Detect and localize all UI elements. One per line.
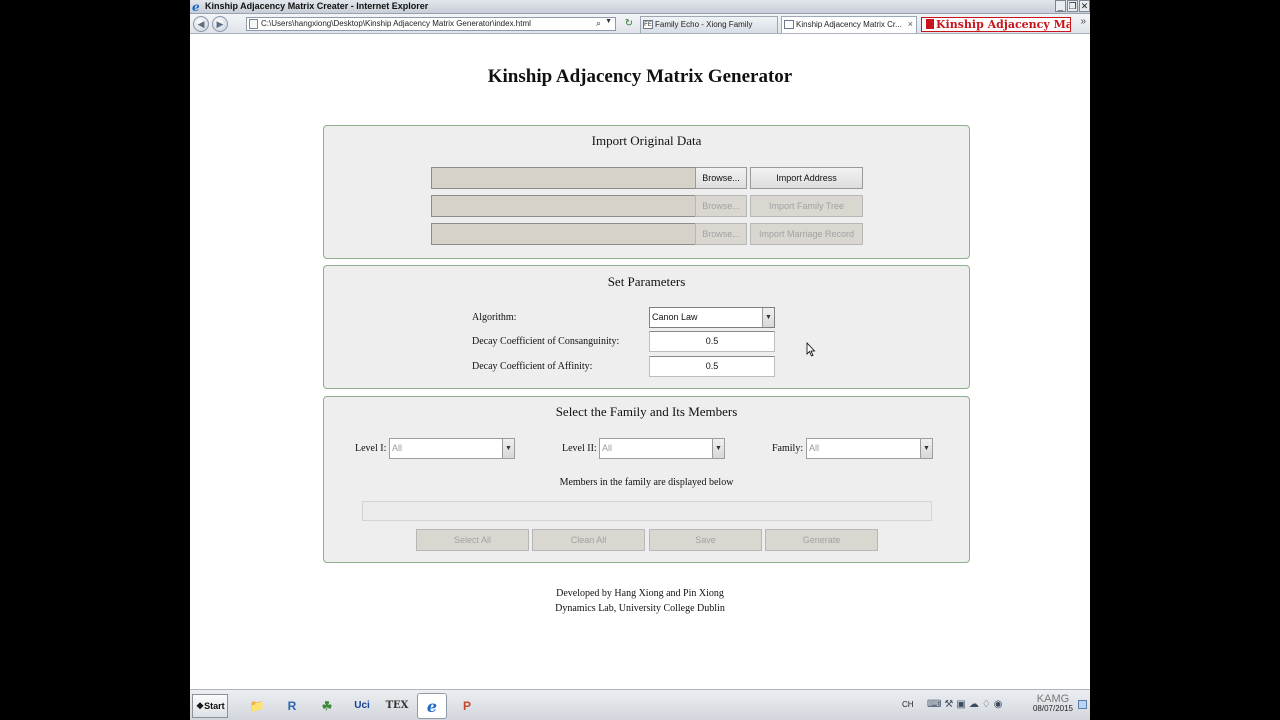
page-content: Kinship Adjacency Matrix Generator Impor… (190, 35, 1090, 689)
address-bar[interactable]: C:\Users\hangxiong\Desktop\Kinship Adjac… (246, 17, 616, 31)
evernote-icon[interactable]: ☘ (312, 693, 342, 719)
affinity-label: Decay Coefficient of Affinity: (472, 361, 593, 372)
refresh-icon[interactable]: ↻ (622, 17, 636, 31)
select-all-button[interactable]: Select All (416, 529, 529, 551)
browse-family-tree-button[interactable]: Browse... (695, 195, 747, 217)
footer-developers: Developed by Hang Xiong and Pin Xiong (556, 588, 724, 599)
taskbar: ❖Start 📁 R ☘ Uci TEX e P CH ⌨⚒▣☁♢◉ KAMG … (190, 689, 1090, 720)
start-button[interactable]: ❖Start (192, 694, 228, 718)
chevron-right-icon[interactable]: » (1080, 16, 1086, 27)
family-tree-file-input[interactable] (431, 195, 696, 217)
folder-icon[interactable]: 📁 (242, 693, 272, 719)
maximize-button[interactable]: ❐ (1067, 0, 1078, 12)
affinity-input[interactable]: 0.5 (649, 356, 775, 377)
language-indicator[interactable]: CH (902, 700, 914, 709)
brand-logo-icon (926, 19, 934, 29)
windows-logo-icon: ❖ (196, 701, 205, 711)
chevron-down-icon: ▼ (502, 439, 514, 458)
mouse-cursor-icon (806, 342, 816, 357)
forward-arrow-icon: ▶ (216, 19, 224, 29)
page-title: Kinship Adjacency Matrix Generator (487, 66, 793, 87)
save-button[interactable]: Save (649, 529, 762, 551)
algorithm-label: Algorithm: (472, 312, 517, 323)
browser-toolbar: ◀ ▶ C:\Users\hangxiong\Desktop\Kinship A… (190, 14, 1090, 34)
address-url: C:\Users\hangxiong\Desktop\Kinship Adjac… (261, 19, 531, 28)
window-controls: _ ❐ ✕ (1054, 0, 1090, 13)
back-button[interactable]: ◀ (193, 16, 209, 32)
algorithm-select[interactable]: Canon Law ▼ (649, 307, 775, 328)
clean-all-button[interactable]: Clean All (532, 529, 645, 551)
ie-tab-icon (784, 20, 794, 29)
ie-icon[interactable]: e (417, 693, 447, 719)
level1-label: Level I: (355, 443, 387, 454)
search-icon[interactable]: ⌕ (596, 18, 601, 29)
tab-label: Family Echo - Xiong Family (655, 20, 753, 29)
address-file-input[interactable] (431, 167, 696, 189)
footer: Developed by Hang Xiong and Pin Xiong Dy… (190, 586, 1090, 616)
members-note: Members in the family are displayed belo… (559, 477, 734, 488)
tab-kinship-generator[interactable]: Kinship Adjacency Matrix Cr... × (781, 16, 917, 33)
level2-selected-value: All (602, 443, 613, 453)
window-title: Kinship Adjacency Matrix Creater - Inter… (205, 1, 429, 11)
chevron-down-icon: ▼ (762, 308, 774, 327)
family-select[interactable]: All ▼ (806, 438, 933, 459)
family-echo-tab-icon: FE (643, 20, 653, 29)
internet-explorer-icon: e (192, 0, 200, 14)
clock-date: 08/07/2015 (1032, 704, 1074, 713)
browse-address-button[interactable]: Browse... (695, 167, 747, 189)
forward-button[interactable]: ▶ (212, 16, 228, 32)
ucinet-icon[interactable]: Uci (347, 693, 377, 719)
footer-affiliation: Dynamics Lab, University College Dublin (555, 603, 725, 614)
brand-banner: Kinship Adjacency Matrix Generator (921, 17, 1071, 32)
start-label: Start (204, 701, 225, 711)
consanguinity-input[interactable]: 0.5 (649, 331, 775, 352)
consanguinity-label: Decay Coefficient of Consanguinity: (472, 336, 620, 347)
page-icon (249, 19, 258, 29)
chevron-down-icon[interactable]: ▼ (605, 18, 612, 25)
import-panel-title: Import Original Data (591, 133, 702, 148)
clock-label: KAMG (1036, 693, 1070, 705)
level1-select[interactable]: All ▼ (389, 438, 515, 459)
level2-select[interactable]: All ▼ (599, 438, 725, 459)
family-selected-value: All (809, 443, 820, 453)
r-icon[interactable]: R (277, 693, 307, 719)
level2-label: Level II: (562, 443, 597, 454)
import-family-tree-button[interactable]: Import Family Tree (750, 195, 863, 217)
show-desktop-button[interactable] (1078, 700, 1087, 709)
parameters-panel-title: Set Parameters (607, 274, 686, 289)
family-panel-title: Select the Family and Its Members (555, 404, 738, 419)
import-address-button[interactable]: Import Address (750, 167, 863, 189)
close-button[interactable]: ✕ (1079, 0, 1090, 12)
tab-label: Kinship Adjacency Matrix Cr... (796, 20, 902, 29)
members-list[interactable] (362, 501, 932, 521)
window-title-bar[interactable]: e Kinship Adjacency Matrix Creater - Int… (190, 0, 1090, 14)
clock[interactable]: KAMG 08/07/2015 (1030, 694, 1076, 714)
tex-icon[interactable]: TEX (382, 693, 412, 719)
chevron-down-icon: ▼ (712, 439, 724, 458)
marriage-record-file-input[interactable] (431, 223, 696, 245)
back-arrow-icon: ◀ (197, 19, 205, 29)
family-label: Family: (772, 443, 804, 454)
browse-marriage-record-button[interactable]: Browse... (695, 223, 747, 245)
powerpoint-icon[interactable]: P (452, 693, 482, 719)
algorithm-selected-value: Canon Law (652, 312, 698, 322)
parameters-panel: Set Parameters Algorithm: Canon Law ▼ De… (323, 265, 970, 389)
tray-icons[interactable]: ⌨⚒▣☁♢◉ (927, 699, 1006, 710)
tab-family-echo[interactable]: FE Family Echo - Xiong Family (640, 16, 778, 33)
chevron-down-icon: ▼ (920, 439, 932, 458)
generate-button[interactable]: Generate (765, 529, 878, 551)
tab-close-icon[interactable]: × (908, 17, 913, 32)
screen: e Kinship Adjacency Matrix Creater - Int… (190, 0, 1090, 720)
import-marriage-record-button[interactable]: Import Marriage Record (750, 223, 863, 245)
family-selection-panel: Select the Family and Its Members Level … (323, 396, 970, 563)
minimize-button[interactable]: _ (1055, 0, 1066, 12)
brand-text: Kinship Adjacency Matrix Generator (936, 18, 1070, 31)
import-panel: Import Original Data Browse... Import Ad… (323, 125, 970, 259)
level1-selected-value: All (392, 443, 403, 453)
